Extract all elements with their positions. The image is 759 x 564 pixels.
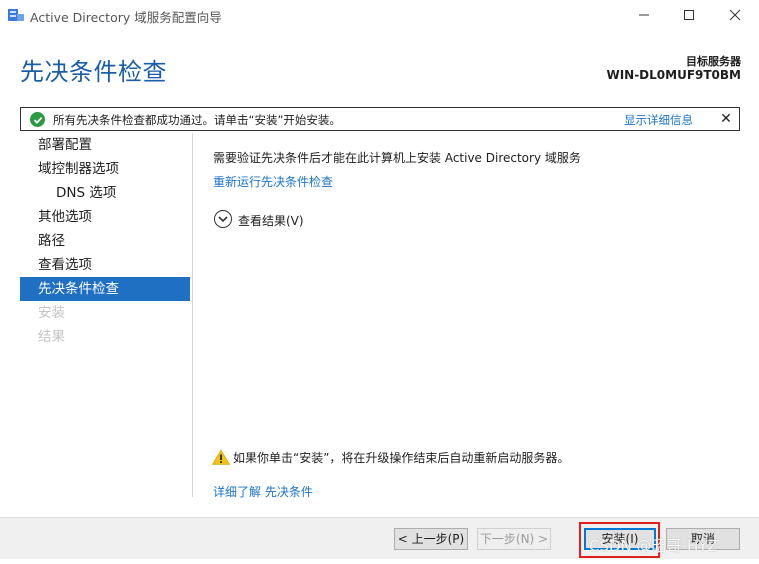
- show-details-link[interactable]: 显示详细信息: [624, 112, 693, 128]
- nav-item-deployment[interactable]: 部署配置: [20, 133, 190, 157]
- maximize-button[interactable]: [667, 0, 711, 30]
- close-window-button[interactable]: [713, 0, 757, 30]
- target-server-name: WIN-DL0MUF9T0BM: [606, 68, 741, 82]
- nav-item-install: 安装: [38, 305, 65, 321]
- nav-item-prerequisites[interactable]: 先决条件检查: [20, 277, 190, 301]
- window-title: Active Directory 域服务配置向导: [30, 10, 222, 25]
- status-banner: 所有先决条件检查都成功通过。请单击“安装”开始安装。 显示详细信息 ✕: [20, 107, 740, 131]
- nav-item-review-options[interactable]: 查看选项: [20, 253, 190, 277]
- view-results-toggle[interactable]: 查看结果(V): [238, 212, 304, 229]
- maximize-icon: [684, 10, 694, 20]
- minimize-button[interactable]: [622, 0, 666, 30]
- status-message: 所有先决条件检查都成功通过。请单击“安装”开始安装。: [53, 113, 341, 127]
- nav-item-paths[interactable]: 路径: [20, 229, 190, 253]
- prereq-description: 需要验证先决条件后才能在此计算机上安装 Active Directory 域服务: [213, 151, 581, 165]
- rerun-prereq-link[interactable]: 重新运行先决条件检查: [213, 173, 333, 190]
- bottom-strip: [0, 559, 759, 564]
- wizard-nav: 部署配置 域控制器选项 DNS 选项 其他选项 路径 查看选项 先决条件检查 安…: [20, 133, 192, 497]
- nav-item-dc-options[interactable]: 域控制器选项: [20, 157, 190, 181]
- page-title: 先决条件检查: [20, 58, 167, 86]
- next-button: 下一步(N) >: [477, 528, 551, 550]
- server-manager-icon: [8, 9, 24, 21]
- chevron-down-icon[interactable]: [214, 210, 232, 228]
- close-icon: [729, 9, 741, 21]
- nav-divider: [192, 133, 193, 497]
- learn-more-prereq-link[interactable]: 详细了解 先决条件: [213, 483, 313, 500]
- warning-icon: [212, 449, 230, 465]
- previous-button[interactable]: < 上一步(P): [394, 528, 468, 550]
- check-circle-icon: [30, 112, 45, 127]
- watermark: CSDN @昭哥-HYZ: [589, 537, 718, 555]
- restart-warning-text: 如果你单击“安装”，将在升级操作结束后自动重新启动服务器。: [233, 451, 570, 465]
- nav-item-other-options[interactable]: 其他选项: [20, 205, 190, 229]
- minimize-icon: [639, 14, 649, 16]
- nav-item-results: 结果: [38, 329, 65, 345]
- nav-item-dns-options[interactable]: DNS 选项: [20, 181, 190, 205]
- close-icon[interactable]: ✕: [718, 110, 734, 128]
- target-server-label: 目标服务器: [686, 55, 741, 68]
